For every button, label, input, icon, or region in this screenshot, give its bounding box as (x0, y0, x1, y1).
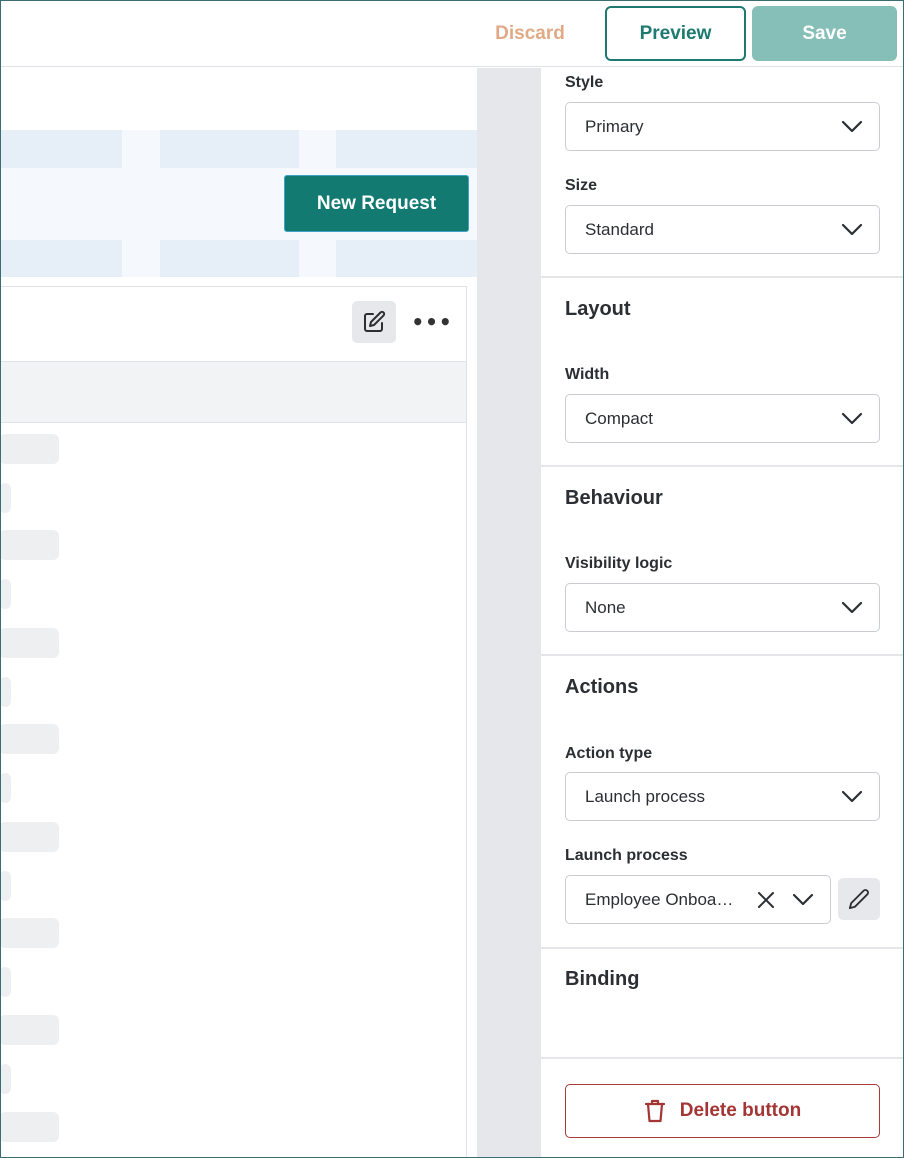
section-divider (541, 654, 904, 656)
width-label: Width (565, 366, 610, 383)
style-select[interactable]: Primary (565, 102, 880, 151)
width-value: Compact (585, 409, 654, 428)
more-options-icon[interactable]: ••• (411, 307, 451, 337)
grid-cell (160, 240, 299, 277)
chevron-down-icon (792, 893, 814, 906)
style-value: Primary (585, 117, 644, 136)
grid-cell (336, 240, 477, 277)
chevron-down-icon (841, 601, 863, 614)
skeleton-row (0, 724, 59, 754)
table-header-row (0, 361, 466, 423)
skeleton-row (0, 1112, 59, 1142)
section-divider (541, 947, 904, 949)
visibility-logic-select[interactable]: None (565, 583, 880, 632)
panel-divider (477, 68, 541, 1158)
delete-button[interactable]: Delete button (565, 1084, 880, 1138)
launch-process-label: Launch process (565, 847, 688, 864)
skeleton-row (0, 918, 59, 948)
top-bar: Discard Preview Save (0, 0, 904, 67)
section-divider (541, 465, 904, 467)
style-label: Style (565, 74, 604, 91)
edit-icon (364, 310, 386, 332)
pencil-icon (848, 889, 869, 910)
edit-process-button[interactable] (838, 878, 880, 920)
properties-panel: Style Primary Size Standard Layout Width… (541, 68, 904, 1158)
launch-process-value: Employee Onboa… (585, 890, 734, 909)
table-card: ••• (0, 286, 467, 1158)
skeleton-row (0, 1064, 11, 1094)
behaviour-section-title: Behaviour (565, 487, 663, 509)
delete-button-label: Delete button (679, 1100, 802, 1121)
skeleton-row (0, 579, 11, 609)
layout-section-title: Layout (565, 298, 631, 320)
grid-cell (160, 130, 299, 168)
actions-section-title: Actions (565, 676, 639, 698)
action-type-label: Action type (565, 745, 653, 762)
chevron-down-icon (841, 790, 863, 803)
binding-section-title: Binding (565, 968, 640, 990)
section-divider (541, 276, 904, 278)
chevron-down-icon (841, 120, 863, 133)
edit-button[interactable] (352, 301, 396, 343)
launch-process-select[interactable]: Employee Onboa… (565, 875, 831, 924)
size-label: Size (565, 177, 598, 194)
card-header: ••• (0, 287, 466, 361)
skeleton-row (0, 628, 59, 658)
grid-cell (0, 130, 122, 168)
size-select[interactable]: Standard (565, 205, 880, 254)
section-divider (541, 1057, 904, 1059)
trash-icon (644, 1099, 665, 1123)
action-type-select[interactable]: Launch process (565, 772, 880, 821)
width-select[interactable]: Compact (565, 394, 880, 443)
skeleton-row (0, 967, 11, 997)
page-canvas: New Request ••• (0, 68, 477, 1158)
chevron-down-icon (841, 412, 863, 425)
skeleton-row (0, 822, 59, 852)
grid-cell (336, 130, 477, 168)
visibility-logic-label: Visibility logic (565, 555, 673, 572)
skeleton-row (0, 773, 11, 803)
skeleton-row (0, 483, 11, 513)
skeleton-row (0, 871, 11, 901)
new-request-button[interactable]: New Request (284, 175, 469, 232)
skeleton-row (0, 530, 59, 560)
visibility-logic-value: None (585, 598, 626, 617)
skeleton-row (0, 1015, 59, 1045)
chevron-down-icon (841, 223, 863, 236)
skeleton-row (0, 677, 11, 707)
discard-button[interactable]: Discard (478, 8, 582, 60)
preview-button[interactable]: Preview (605, 6, 746, 61)
clear-icon[interactable] (756, 890, 776, 910)
save-button[interactable]: Save (752, 6, 897, 61)
skeleton-row (0, 434, 59, 464)
grid-cell (0, 240, 122, 277)
size-value: Standard (585, 220, 654, 239)
action-type-value: Launch process (585, 787, 706, 806)
